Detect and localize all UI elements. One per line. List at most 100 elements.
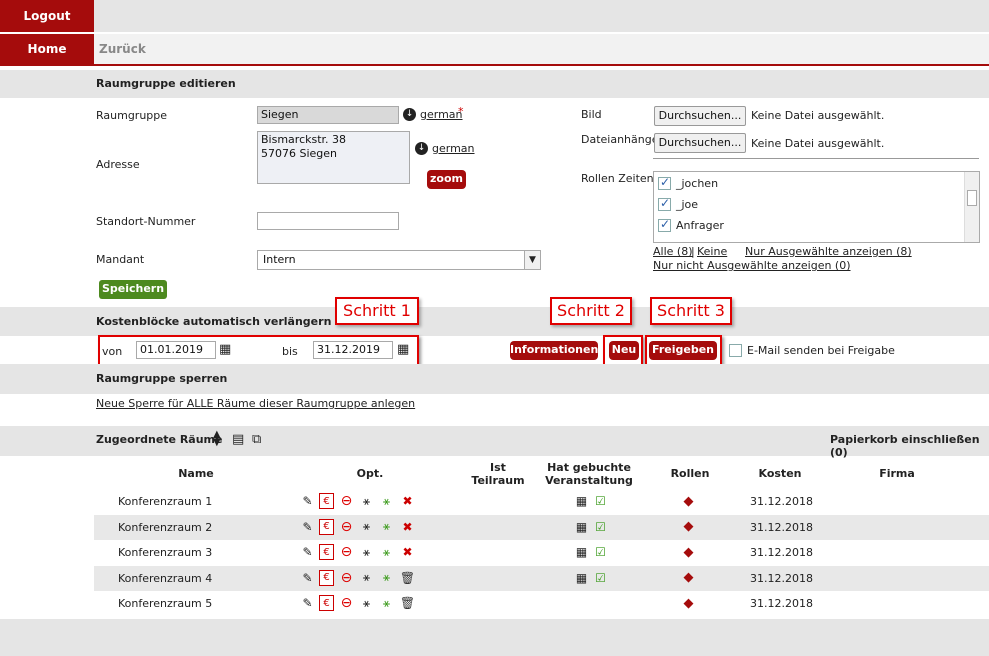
wand-green-icon[interactable]: ⚹ bbox=[379, 544, 394, 560]
nur-nicht-ausgewaehlte-link[interactable]: Nur nicht Ausgewählte anzeigen (0) bbox=[653, 259, 851, 272]
col-header-ist: Ist bbox=[490, 461, 506, 474]
wand-green-icon[interactable]: ⚹ bbox=[379, 519, 394, 535]
euro-doc-icon[interactable]: € bbox=[319, 493, 334, 509]
check-icon: ☑ bbox=[595, 494, 606, 508]
document-icon[interactable]: ▤ bbox=[232, 432, 244, 447]
zoom-button[interactable]: zoom bbox=[427, 170, 466, 189]
arrow-down-circle-icon[interactable]: ↓ bbox=[415, 142, 428, 155]
papierkorb-link[interactable]: Papierkorb einschließen (0) bbox=[830, 433, 989, 459]
rollen-item-label: _joe bbox=[676, 198, 699, 211]
save-button[interactable]: Speichern bbox=[99, 280, 167, 299]
mandant-selected: Intern bbox=[263, 253, 296, 266]
bild-browse-button[interactable]: Durchsuchen... bbox=[654, 106, 746, 126]
checkbox-icon[interactable] bbox=[658, 175, 671, 190]
room-name[interactable]: Konferenzraum 2 bbox=[118, 521, 212, 534]
col-header-rollen: Rollen bbox=[670, 467, 710, 480]
standort-input[interactable] bbox=[257, 212, 399, 230]
roles-icon[interactable]: ◆ bbox=[681, 570, 696, 586]
scrollbar-thumb[interactable] bbox=[967, 190, 977, 206]
wand-icon[interactable]: ⚹ bbox=[359, 595, 374, 611]
edit-icon[interactable]: ✎ bbox=[300, 493, 315, 509]
room-name[interactable]: Konferenzraum 5 bbox=[118, 597, 212, 610]
edit-icon[interactable]: ✎ bbox=[300, 519, 315, 535]
rollen-label: Rollen Zeiten bbox=[581, 172, 654, 185]
checkbox-icon[interactable] bbox=[658, 217, 671, 232]
logout-button[interactable]: Logout bbox=[0, 0, 94, 32]
col-header-firma: Firma bbox=[879, 467, 915, 480]
delete-icon[interactable]: ⊖ bbox=[339, 519, 354, 535]
room-kosten-date: 31.12.2018 bbox=[750, 546, 813, 559]
roles-icon[interactable]: ◆ bbox=[681, 544, 696, 560]
email-checkbox[interactable] bbox=[729, 344, 742, 357]
back-link[interactable]: Zurück bbox=[99, 42, 146, 56]
wand-icon[interactable]: ⚹ bbox=[359, 570, 374, 586]
rollen-listbox[interactable]: _jochen _joe Anfrager bbox=[653, 171, 980, 243]
col-header-kosten: Kosten bbox=[758, 467, 802, 480]
adresse-textarea[interactable]: Bismarckstr. 38 57076 Siegen bbox=[257, 131, 410, 184]
euro-doc-icon[interactable]: € bbox=[319, 544, 334, 560]
separator: | bbox=[691, 245, 695, 258]
back-bar bbox=[94, 34, 989, 64]
edit-icon[interactable]: ✎ bbox=[300, 544, 315, 560]
wand-icon[interactable]: ⚹ bbox=[359, 493, 374, 509]
calendar-check-icon: ▦ bbox=[575, 570, 588, 585]
callout-label-schritt-2: Schritt 2 bbox=[550, 297, 632, 325]
roles-icon[interactable]: ◆ bbox=[681, 493, 696, 509]
alle-link[interactable]: Alle (8) bbox=[653, 245, 692, 258]
room-name[interactable]: Konferenzraum 3 bbox=[118, 546, 212, 559]
delete-icon[interactable]: ⊖ bbox=[339, 544, 354, 560]
home-button[interactable]: Home bbox=[0, 34, 94, 64]
edit-icon[interactable]: ✎ bbox=[300, 595, 315, 611]
chevron-down-icon[interactable]: ▼ bbox=[524, 251, 540, 269]
euro-doc-icon[interactable]: € bbox=[319, 569, 334, 586]
wand-green-icon[interactable]: ⚹ bbox=[379, 570, 394, 586]
delete-x-icon[interactable]: ✖ bbox=[400, 519, 415, 535]
delete-icon[interactable]: ⊖ bbox=[339, 493, 354, 509]
sort-icon[interactable]: ▲ ▼ bbox=[213, 430, 221, 448]
room-name[interactable]: Konferenzraum 4 bbox=[118, 572, 212, 585]
nur-ausgewaehlte-link[interactable]: Nur Ausgewählte anzeigen (8) bbox=[745, 245, 912, 258]
roles-icon[interactable]: ◆ bbox=[681, 519, 696, 535]
scrollbar[interactable] bbox=[964, 172, 979, 242]
keine-link[interactable]: Keine bbox=[697, 245, 727, 258]
neue-sperre-link[interactable]: Neue Sperre für ALLE Räume dieser Raumgr… bbox=[96, 397, 415, 410]
wand-icon[interactable]: ⚹ bbox=[359, 544, 374, 560]
checkbox-icon[interactable] bbox=[658, 196, 671, 211]
raumgruppe-label: Raumgruppe bbox=[96, 109, 168, 122]
edit-icon[interactable]: ✎ bbox=[300, 570, 315, 586]
room-kosten-date: 31.12.2018 bbox=[750, 571, 813, 585]
mandant-label: Mandant bbox=[96, 253, 145, 266]
euro-doc-icon[interactable]: € bbox=[319, 595, 334, 611]
table-row: Konferenzraum 1 ✎ € ⊖ ⚹ ⚹ ✖ ▦ ☑ ◆ 31.12.2018 bbox=[94, 489, 989, 514]
col-header-name: Name bbox=[178, 467, 214, 480]
copy-icon[interactable]: ⧉ bbox=[252, 432, 261, 447]
col-header-teilraum: Teilraum bbox=[471, 474, 525, 487]
adresse-label: Adresse bbox=[96, 158, 140, 171]
arrow-down-circle-icon[interactable]: ↓ bbox=[403, 108, 416, 121]
check-icon: ☑ bbox=[595, 545, 606, 559]
roles-icon[interactable]: ◆ bbox=[681, 595, 696, 611]
calendar-check-icon: ▦ bbox=[575, 545, 588, 559]
raumgruppe-lang-link[interactable]: german bbox=[420, 108, 463, 121]
section-title-raeume: Zugeordnete Räume bbox=[96, 433, 223, 446]
mandant-select[interactable]: Intern bbox=[257, 250, 541, 270]
wand-icon[interactable]: ⚹ bbox=[359, 519, 374, 535]
informationen-button[interactable]: Informationen bbox=[510, 341, 598, 360]
col-header-veranstaltung: Veranstaltung bbox=[545, 474, 633, 487]
euro-doc-icon[interactable]: € bbox=[319, 518, 334, 535]
room-name[interactable]: Konferenzraum 1 bbox=[118, 495, 212, 508]
raumgruppe-input[interactable]: Siegen bbox=[257, 106, 399, 124]
delete-icon[interactable]: ⊖ bbox=[339, 570, 354, 586]
trash-icon[interactable]: 🗑 bbox=[400, 595, 415, 611]
datei-browse-button[interactable]: Durchsuchen... bbox=[654, 133, 746, 153]
trash-icon[interactable]: 🗑 bbox=[400, 570, 415, 586]
delete-icon[interactable]: ⊖ bbox=[339, 595, 354, 611]
table-row: Konferenzraum 2 ✎ € ⊖ ⚹ ⚹ ✖ ▦ ☑ ◆ 31.12.2018 bbox=[94, 514, 989, 540]
adresse-lang-link[interactable]: german bbox=[432, 142, 475, 155]
delete-x-icon[interactable]: ✖ bbox=[400, 493, 415, 509]
col-header-opt: Opt. bbox=[356, 467, 384, 480]
wand-green-icon[interactable]: ⚹ bbox=[379, 493, 394, 509]
delete-x-icon[interactable]: ✖ bbox=[400, 544, 415, 560]
wand-green-icon[interactable]: ⚹ bbox=[379, 595, 394, 611]
check-icon: ☑ bbox=[595, 570, 606, 585]
